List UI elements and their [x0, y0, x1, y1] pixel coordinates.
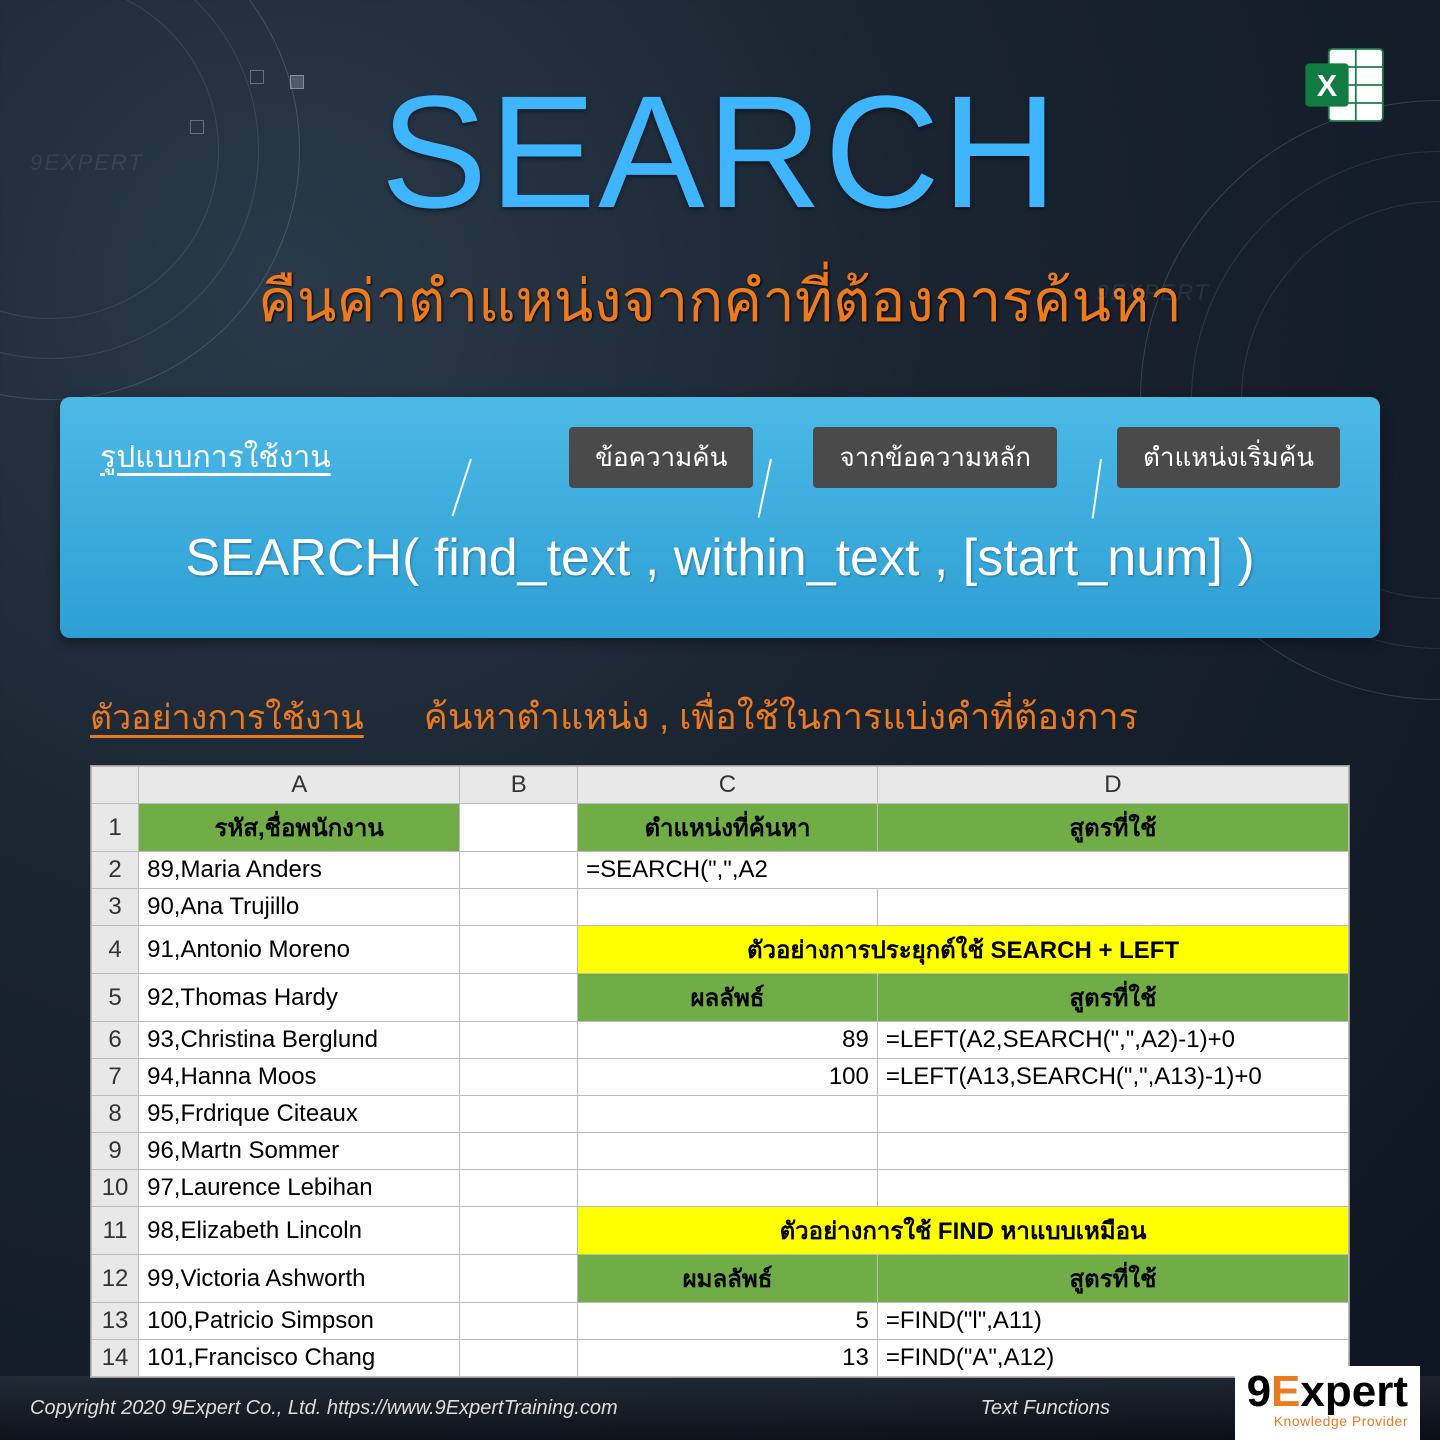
row-header: 13 [92, 1303, 139, 1340]
formula-cell: =SEARCH(",",A2 [578, 852, 1349, 889]
row-header: 8 [92, 1096, 139, 1133]
cell [877, 1133, 1348, 1170]
cell: 89,Maria Anders [139, 852, 460, 889]
callout-find-text: ข้อความค้น [569, 427, 753, 488]
table-header: ผมลลัพธ์ [578, 1255, 878, 1303]
cell [460, 852, 578, 889]
formula-cell: =LEFT(A2,SEARCH(",",A2)-1)+0 [877, 1022, 1348, 1059]
footer: Copyright 2020 9Expert Co., Ltd. https:/… [0, 1376, 1440, 1440]
cell [460, 1303, 578, 1340]
syntax-panel: รูปแบบการใช้งาน ข้อความค้น จากข้อความหลั… [60, 397, 1380, 638]
copyright-text: Copyright 2020 9Expert Co., Ltd. https:/… [30, 1397, 618, 1420]
formula-cell: =FIND("l",A11) [877, 1303, 1348, 1340]
row-header: 12 [92, 1255, 139, 1303]
cell: 101,Francisco Chang [139, 1340, 460, 1377]
row-header: 7 [92, 1059, 139, 1096]
cell: 97,Laurence Lebihan [139, 1170, 460, 1207]
usage-label: รูปแบบการใช้งาน [100, 434, 331, 481]
table-header: สูตรที่ใช้ [877, 1255, 1348, 1303]
example-description: ค้นหาตำแหน่ง , เพื่อใช้ในการแบ่งคำที่ต้อ… [424, 688, 1138, 745]
row-header: 9 [92, 1133, 139, 1170]
cell: 98,Elizabeth Lincoln [139, 1207, 460, 1255]
cell: 100,Patricio Simpson [139, 1303, 460, 1340]
callout-start-num: ตำแหน่งเริ่มค้น [1117, 427, 1340, 488]
category-label: Text Functions [981, 1397, 1110, 1420]
section-header: ตัวอย่างการประยุกต์ใช้ SEARCH + LEFT [578, 926, 1349, 974]
cell [460, 926, 578, 974]
cell [460, 1022, 578, 1059]
cell: 94,Hanna Moos [139, 1059, 460, 1096]
cell: 99,Victoria Ashworth [139, 1255, 460, 1303]
cell [460, 1255, 578, 1303]
row-header: 14 [92, 1340, 139, 1377]
svg-text:X: X [1317, 69, 1338, 103]
result-cell: 89 [578, 1022, 878, 1059]
corner-cell [92, 767, 139, 804]
cell [578, 1133, 878, 1170]
row-header: 6 [92, 1022, 139, 1059]
decorative-square [250, 70, 264, 84]
table-header: ตำแหน่งที่ค้นหา [578, 804, 878, 852]
excel-icon: X [1300, 40, 1390, 130]
watermark-text: 9EXPERT [1096, 280, 1210, 306]
cell [460, 1170, 578, 1207]
spreadsheet-example: A B C D 1 รหัส,ชื่อพนักงาน ตำแหน่งที่ค้น… [90, 765, 1350, 1378]
row-header: 3 [92, 889, 139, 926]
decorative-square [290, 75, 304, 89]
cell: 90,Ana Trujillo [139, 889, 460, 926]
row-header: 1 [92, 804, 139, 852]
cell: 93,Christina Berglund [139, 1022, 460, 1059]
cell [460, 804, 578, 852]
cell [460, 889, 578, 926]
decorative-square [190, 120, 204, 134]
cell [578, 889, 878, 926]
row-header: 4 [92, 926, 139, 974]
col-header-c: C [578, 767, 878, 804]
example-label: ตัวอย่างการใช้งาน [90, 690, 364, 744]
row-header: 11 [92, 1207, 139, 1255]
cell: 95,Frdrique Citeaux [139, 1096, 460, 1133]
cell [877, 889, 1348, 926]
table-header: ผลลัพธ์ [578, 974, 878, 1022]
col-header-a: A [139, 767, 460, 804]
table-header: สูตรที่ใช้ [877, 974, 1348, 1022]
result-cell: 5 [578, 1303, 878, 1340]
cell [460, 1059, 578, 1096]
brand-logo: 9Expert Knowledge Provider [1235, 1366, 1420, 1440]
result-cell: 13 [578, 1340, 878, 1377]
section-header: ตัวอย่างการใช้ FIND หาแบบเหมือน [578, 1207, 1349, 1255]
col-header-d: D [877, 767, 1348, 804]
callout-within-text: จากข้อความหลัก [813, 427, 1057, 488]
cell [460, 1207, 578, 1255]
table-header: รหัส,ชื่อพนักงาน [139, 804, 460, 852]
row-header: 2 [92, 852, 139, 889]
cell [460, 1340, 578, 1377]
col-header-b: B [460, 767, 578, 804]
row-header: 5 [92, 974, 139, 1022]
cell [877, 1170, 1348, 1207]
cell: 96,Martn Sommer [139, 1133, 460, 1170]
cell [578, 1170, 878, 1207]
syntax-formula: SEARCH( find_text , within_text , [start… [100, 528, 1340, 588]
row-header: 10 [92, 1170, 139, 1207]
cell [578, 1096, 878, 1133]
cell [460, 1133, 578, 1170]
cell: 91,Antonio Moreno [139, 926, 460, 974]
cell [460, 1096, 578, 1133]
cell [877, 1096, 1348, 1133]
result-cell: 100 [578, 1059, 878, 1096]
cell: 92,Thomas Hardy [139, 974, 460, 1022]
watermark-text: 9EXPERT [30, 150, 144, 176]
table-header: สูตรที่ใช้ [877, 804, 1348, 852]
cell [460, 974, 578, 1022]
formula-cell: =LEFT(A13,SEARCH(",",A13)-1)+0 [877, 1059, 1348, 1096]
